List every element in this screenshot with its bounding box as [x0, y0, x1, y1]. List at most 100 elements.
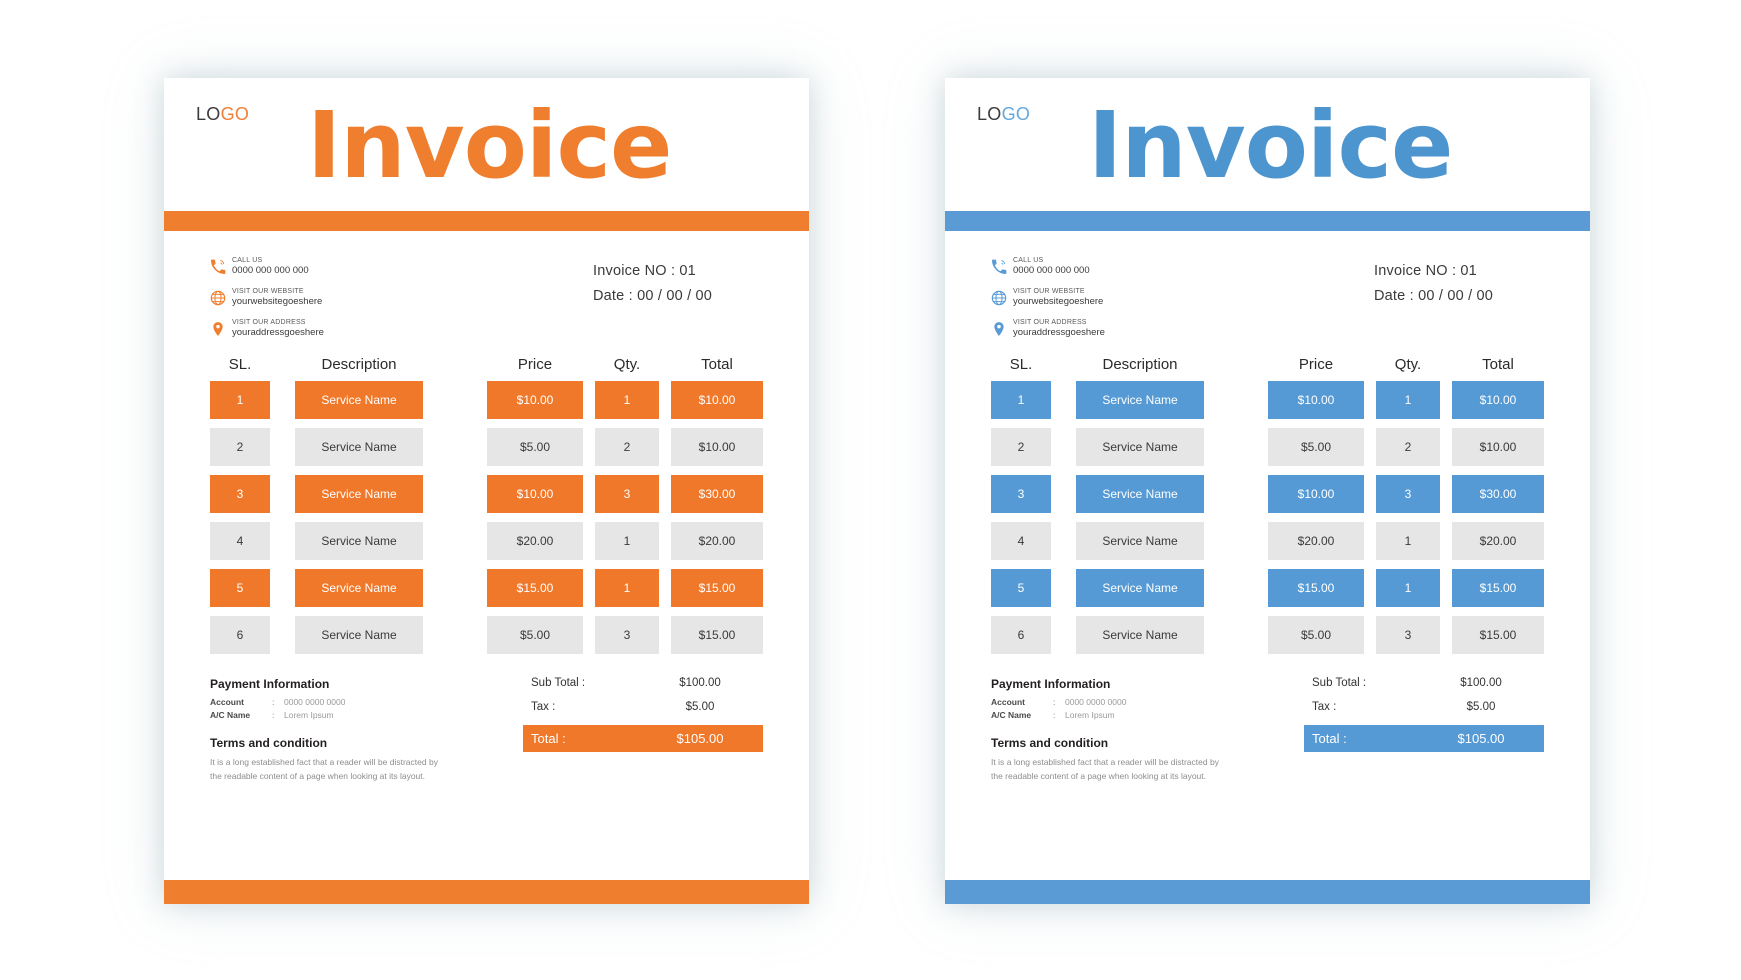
logo-go: GO [1001, 104, 1031, 124]
logo-go: GO [220, 104, 250, 124]
payment-information-heading: Payment Information [210, 677, 330, 691]
invoice-template-preview: LOGO Invoice CALL US 0000 000 000 000 VISIT … [0, 0, 1741, 980]
total-value: $100.00 [679, 677, 721, 689]
totals-block: Sub Total : $100.00 Tax : $5.00 Total : $105.… [1304, 677, 1544, 752]
cell-qty: 1 [595, 522, 659, 560]
line-items-table: SL. Description Price Qty. Total 1 Service Nam… [164, 351, 809, 654]
cell-qty: 1 [1376, 522, 1440, 560]
total-row: Sub Total : $100.00 [1304, 677, 1544, 689]
cell-description: Service Name [1076, 475, 1204, 513]
cell-price: $5.00 [1268, 616, 1364, 654]
cell-price: $15.00 [487, 569, 583, 607]
terms-body: It is a long established fact that a rea… [991, 757, 1219, 781]
cell-description: Service Name [1076, 569, 1204, 607]
cell-qty: 1 [595, 381, 659, 419]
invoice-identity: Invoice NO : 01 Date : 00 / 00 / 00 [1374, 263, 1544, 313]
total-value: $5.00 [1466, 701, 1496, 713]
total-value: $100.00 [1460, 677, 1502, 689]
cell-sl: 3 [210, 475, 270, 513]
contact-item: VISIT OUR ADDRESS youraddressgoeshere [210, 319, 324, 339]
column-header-price: Price [517, 355, 553, 373]
contact-item: VISIT OUR WEBSITE yourwebsitegoeshere [210, 288, 324, 308]
terms-heading: Terms and condition [210, 736, 328, 750]
cell-total: $20.00 [1452, 522, 1544, 560]
payment-and-terms: Payment Information Account:0000 0000 000… [991, 677, 1291, 783]
cell-qty: 2 [1376, 428, 1440, 466]
cell-qty: 1 [1376, 569, 1440, 607]
column-header-description: Description [321, 355, 397, 373]
cell-price: $10.00 [1268, 381, 1364, 419]
invoice-sheet-orange: LOGO Invoice CALL US 0000 000 000 000 VISIT … [164, 78, 809, 904]
contact-label: CALL US [1013, 257, 1044, 264]
cell-sl: 2 [210, 428, 270, 466]
column-header-price: Price [1298, 355, 1334, 373]
total-label: Sub Total : [531, 677, 586, 689]
contact-value: 0000 000 000 000 [1013, 265, 1090, 277]
payment-account-value: 0000 0000 0000 [284, 697, 346, 707]
total-row: Sub Total : $100.00 [523, 677, 763, 689]
table-header-row: SL. Description Price Qty. Total [210, 351, 763, 377]
cell-description: Service Name [1076, 522, 1204, 560]
cell-price: $15.00 [1268, 569, 1364, 607]
payment-account-row: Account:0000 0000 0000 [210, 697, 346, 707]
cell-total: $30.00 [1452, 475, 1544, 513]
cell-sl: 1 [991, 381, 1051, 419]
cell-sl: 6 [210, 616, 270, 654]
logo-lo: LO [196, 104, 221, 124]
cell-description: Service Name [1076, 381, 1204, 419]
cell-total: $10.00 [671, 428, 763, 466]
contact-item: VISIT OUR ADDRESS youraddressgoeshere [991, 319, 1105, 339]
page-title: Invoice [1088, 92, 1453, 199]
payment-acname-key: A/C Name [210, 710, 251, 720]
cell-description: Service Name [1076, 616, 1204, 654]
cell-total: $15.00 [1452, 616, 1544, 654]
contact-value: yourwebsitegoeshere [1013, 296, 1104, 308]
cell-price: $5.00 [487, 616, 583, 654]
phone-icon [211, 259, 226, 274]
cell-qty: 3 [595, 616, 659, 654]
grand-total-row: Total : $105.00 [1304, 725, 1544, 752]
cell-qty: 3 [1376, 616, 1440, 654]
column-header-total: Total [701, 355, 733, 373]
cell-total: $10.00 [1452, 428, 1544, 466]
invoice-footer: Payment Information Account:0000 0000 000… [945, 663, 1590, 783]
cell-total: $30.00 [671, 475, 763, 513]
payment-account-value: 0000 0000 0000 [1065, 697, 1127, 707]
cell-description: Service Name [295, 428, 423, 466]
contact-item: CALL US 0000 000 000 000 [210, 257, 324, 277]
cell-description: Service Name [295, 616, 423, 654]
cell-price: $20.00 [487, 522, 583, 560]
column-header-sl: SL. [1009, 355, 1033, 373]
payment-account-row: Account:0000 0000 0000 [991, 697, 1127, 707]
contact-value: youraddressgoeshere [1013, 326, 1105, 338]
contact-label: VISIT OUR ADDRESS [1013, 318, 1087, 326]
invoice-identity: Invoice NO : 01 Date : 00 / 00 / 00 [593, 263, 763, 313]
total-value: $105.00 [1457, 731, 1505, 746]
cell-total: $10.00 [1452, 381, 1544, 419]
payment-and-terms: Payment Information Account:0000 0000 000… [210, 677, 510, 783]
invoice-footer: Payment Information Account:0000 0000 000… [164, 663, 809, 783]
cell-total: $10.00 [671, 381, 763, 419]
contact-list: CALL US 0000 000 000 000 VISIT OUR WEBSITE… [991, 257, 1105, 350]
total-row: Tax : $5.00 [1304, 701, 1544, 713]
column-header-description: Description [1102, 355, 1178, 373]
header-accent-band [164, 211, 809, 231]
payment-acname-value: Lorem Ipsum [1065, 710, 1115, 720]
contact-value: yourwebsitegoeshere [232, 296, 323, 308]
column-header-total: Total [1482, 355, 1514, 373]
line-items-table: SL. Description Price Qty. Total 1 Service Nam… [945, 351, 1590, 654]
contact-label: VISIT OUR WEBSITE [1013, 287, 1085, 295]
total-label: Tax : [531, 701, 556, 713]
contact-value: youraddressgoeshere [232, 326, 324, 338]
cell-total: $20.00 [671, 522, 763, 560]
terms-heading: Terms and condition [991, 736, 1109, 750]
cell-price: $5.00 [487, 428, 583, 466]
location-pin-icon [994, 322, 1004, 336]
cell-sl: 4 [991, 522, 1051, 560]
terms-body: It is a long established fact that a rea… [210, 757, 438, 781]
payment-information-heading: Payment Information [991, 677, 1111, 691]
table-row: 3 Service Name $10.00 3 $30.00 [991, 475, 1544, 513]
globe-icon [991, 290, 1007, 306]
cell-sl: 5 [991, 569, 1051, 607]
cell-total: $15.00 [671, 569, 763, 607]
